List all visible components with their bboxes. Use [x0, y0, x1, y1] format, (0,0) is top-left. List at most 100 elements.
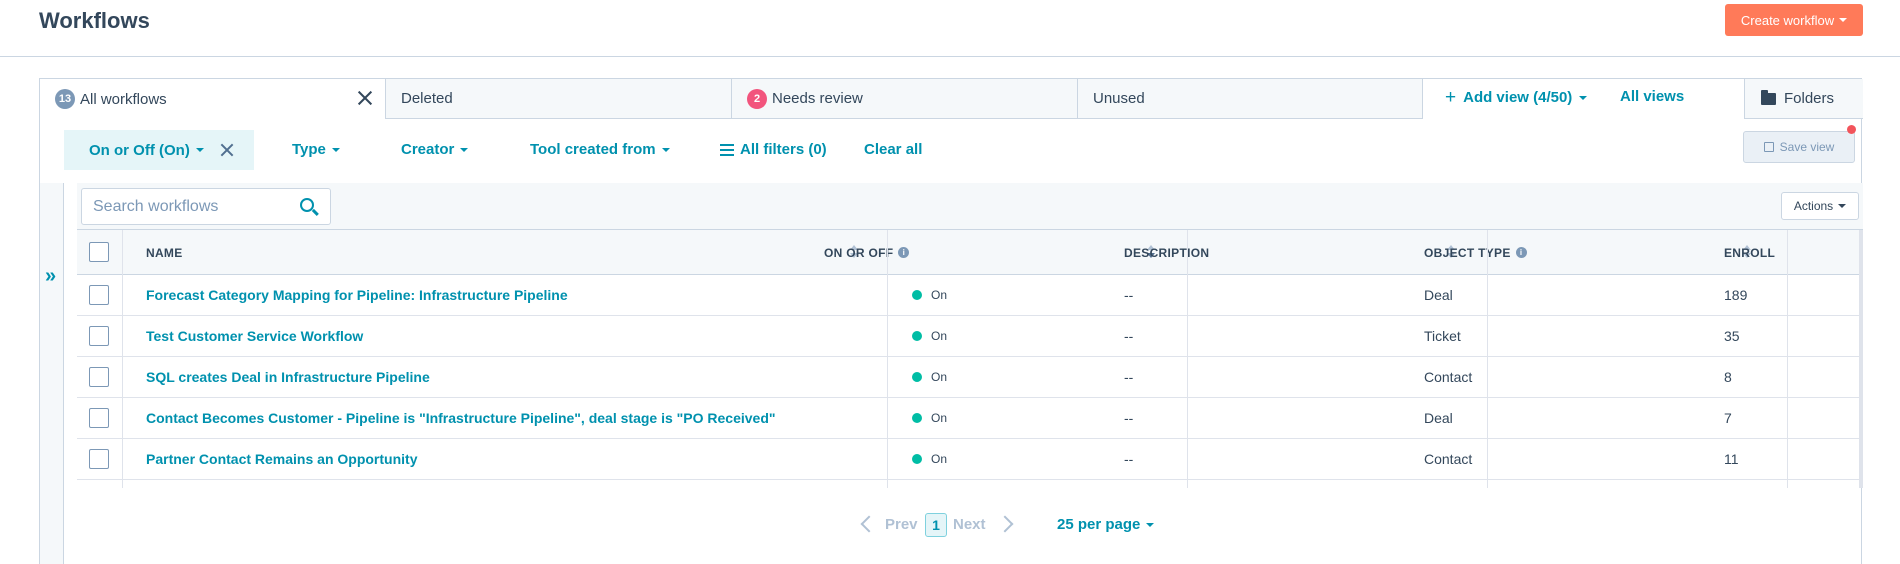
vertical-scrollbar[interactable] [1859, 230, 1863, 488]
table-row[interactable]: Forecast Category Mapping for Pipeline: … [77, 275, 1863, 316]
workflow-name-link[interactable]: Contact Becomes Customer - Pipeline is "… [146, 410, 776, 426]
prev-page-button[interactable]: Prev [885, 516, 918, 533]
status-on-dot [912, 372, 922, 382]
row-checkbox[interactable] [89, 326, 109, 346]
count-badge: 2 [747, 88, 767, 109]
object-type-cell: Contact [1424, 369, 1473, 385]
create-workflow-button[interactable]: Create workflow [1725, 4, 1863, 36]
top-bar: Workflows Create workflow [0, 0, 1900, 57]
status-cell: On [912, 316, 947, 356]
object-type-cell: Deal [1424, 287, 1453, 303]
description-cell: -- [1124, 369, 1134, 385]
filter-bar: On or Off (On) Type Creator Tool created… [40, 119, 1863, 181]
tab-needs-review[interactable]: 2 Needs review [732, 79, 1078, 119]
select-all-checkbox[interactable] [89, 242, 109, 262]
actions-label: Actions [1793, 199, 1834, 213]
tab-all-workflows[interactable]: 13 All workflows [40, 79, 386, 119]
folders-tab[interactable]: Folders [1744, 79, 1863, 119]
close-icon[interactable] [357, 90, 373, 106]
status-on-dot [912, 413, 922, 423]
all-filters-button[interactable]: All filters (0) [720, 141, 827, 158]
table-row[interactable]: SQL creates Deal in Infrastructure Pipel… [77, 357, 1863, 398]
workflow-name-link[interactable]: Forecast Category Mapping for Pipeline: … [146, 287, 568, 303]
table-row[interactable]: Test Customer Service Workflow On -- Tic… [77, 316, 1863, 357]
row-checkbox[interactable] [89, 285, 109, 305]
current-page[interactable]: 1 [925, 513, 947, 537]
status-on-dot [912, 454, 922, 464]
status-on-dot [912, 331, 922, 341]
save-view-label: Save view [1779, 140, 1835, 154]
sliders-icon [720, 143, 734, 156]
tool-created-from-filter[interactable]: Tool created from [530, 141, 670, 158]
workflow-name-link[interactable]: SQL creates Deal in Infrastructure Pipel… [146, 369, 430, 385]
status-text: On [931, 329, 948, 343]
column-label: NAME [146, 245, 183, 260]
object-type-cell: Contact [1424, 451, 1473, 467]
workflows-table: NAME ON OR OFF i DESCRIPTION OBJECT TYPE… [77, 230, 1863, 488]
column-header-on-or-off[interactable]: ON OR OFF i [824, 230, 910, 275]
remove-filter-icon[interactable] [220, 143, 234, 157]
column-divider [1487, 230, 1488, 488]
row-checkbox[interactable] [89, 449, 109, 469]
table-header: NAME ON OR OFF i DESCRIPTION OBJECT TYPE… [77, 230, 1863, 275]
workflow-name-link[interactable]: Partner Contact Remains an Opportunity [146, 451, 417, 467]
creator-filter[interactable]: Creator [401, 141, 469, 158]
caret-down-icon [661, 147, 670, 152]
actions-button[interactable]: Actions [1781, 192, 1859, 220]
type-filter[interactable]: Type [292, 141, 340, 158]
object-type-cell: Ticket [1424, 328, 1461, 344]
pagination: Prev 1 Next 25 per page [77, 513, 1863, 543]
chevron-right-icon[interactable] [996, 515, 1014, 533]
status-text: On [931, 411, 948, 425]
clear-all-button[interactable]: Clear all [864, 141, 922, 158]
column-header-enrolled[interactable]: ENROLL [1724, 230, 1775, 275]
search-input[interactable] [83, 190, 283, 223]
status-text: On [931, 452, 948, 466]
enrolled-cell: 7 [1724, 410, 1732, 426]
enrolled-cell: 35 [1724, 328, 1740, 344]
workflows-panel: 13 All workflows Deleted 2 Needs review … [39, 78, 1863, 564]
creator-filter-label: Creator [401, 141, 455, 158]
per-page-select[interactable]: 25 per page [1057, 516, 1155, 533]
status-cell: On [912, 275, 947, 315]
table-row[interactable]: Contact Becomes Customer - Pipeline is "… [77, 398, 1863, 439]
plus-icon: + [1445, 87, 1457, 108]
next-page-button[interactable]: Next [953, 516, 986, 533]
chevron-left-icon[interactable] [860, 515, 878, 533]
column-label: OBJECT TYPE [1424, 245, 1511, 260]
column-header-object-type[interactable]: OBJECT TYPE i [1424, 230, 1527, 275]
tab-label: All workflows [80, 90, 167, 108]
column-label: DESCRIPTION [1124, 245, 1210, 260]
page-title: Workflows [39, 8, 150, 33]
tab-label: Unused [1093, 90, 1145, 107]
tab-label: Needs review [772, 90, 863, 107]
type-filter-label: Type [292, 141, 326, 158]
column-header-description[interactable]: DESCRIPTION [1124, 230, 1209, 275]
all-views-link[interactable]: All views [1620, 88, 1684, 105]
column-header-name[interactable]: NAME [146, 230, 183, 275]
table-area: Actions NAME ON OR OFF i DESCRIPTION [77, 183, 1863, 564]
view-tabs: 13 All workflows Deleted 2 Needs review … [40, 79, 1863, 119]
on-off-filter-chip[interactable]: On or Off (On) [64, 130, 254, 170]
search-icon[interactable] [300, 198, 314, 212]
caret-down-icon [1839, 18, 1848, 22]
expand-sidebar-icon[interactable]: » [45, 266, 56, 286]
row-checkbox[interactable] [89, 408, 109, 428]
table-toolbar: Actions [77, 183, 1863, 230]
search-box [81, 188, 331, 225]
enrolled-cell: 189 [1724, 287, 1748, 303]
tab-deleted[interactable]: Deleted [386, 79, 732, 119]
create-workflow-label: Create workflow [1740, 12, 1835, 28]
tab-unused[interactable]: Unused [1078, 79, 1423, 119]
chip-label: On or Off (On) [89, 141, 190, 159]
side-panel-strip: » [40, 183, 64, 564]
column-divider [1787, 230, 1788, 488]
row-checkbox[interactable] [89, 367, 109, 387]
caret-down-icon [1146, 522, 1155, 527]
save-view-button[interactable]: Save view [1743, 131, 1855, 163]
description-cell: -- [1124, 328, 1134, 344]
table-row[interactable]: Partner Contact Remains an Opportunity O… [77, 439, 1863, 480]
add-view-button[interactable]: + Add view (4/50) [1445, 87, 1588, 108]
workflow-name-link[interactable]: Test Customer Service Workflow [146, 328, 363, 344]
status-on-dot [912, 290, 922, 300]
